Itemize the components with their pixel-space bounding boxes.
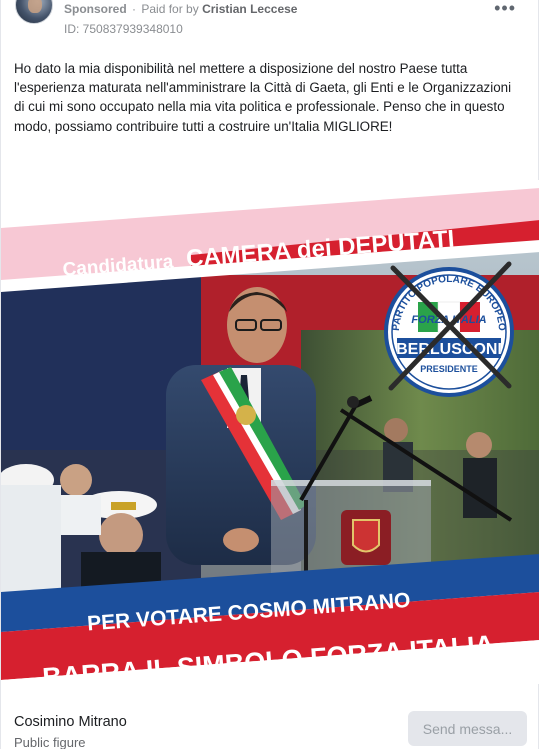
separator-dot: · xyxy=(132,2,137,16)
payer-name[interactable]: Cristian Leccese xyxy=(202,2,297,16)
ad-id: ID: 750837939348010 xyxy=(64,22,183,36)
logo-name: BERLUSCONI xyxy=(396,341,502,358)
logo-subtitle: PRESIDENTE xyxy=(420,364,478,374)
ad-card: Sponsored · Paid for by Cristian Leccese… xyxy=(0,0,539,749)
more-options-icon[interactable]: ••• xyxy=(494,0,516,19)
advertiser-avatar[interactable] xyxy=(15,0,53,24)
paid-for-by-label: Paid for by xyxy=(141,2,199,16)
page-category: Public figure xyxy=(14,735,86,749)
sponsor-line: Sponsored · Paid for by Cristian Leccese xyxy=(64,2,297,16)
page-name[interactable]: Cosimino Mitrano xyxy=(14,714,127,730)
send-message-button[interactable]: Send messa... xyxy=(408,711,527,746)
ad-footer: Cosimino Mitrano Public figure Send mess… xyxy=(1,700,539,749)
post-text: Ho dato la mia disponibilità nel mettere… xyxy=(14,61,512,134)
ad-creative-image[interactable]: Candidatura CAMERA dei DEPUTATI PARTITO … xyxy=(1,180,539,684)
forza-italia-logo: PARTITO POPOLARE EUROPEO FORZA ITALIA BE… xyxy=(384,261,514,397)
sponsored-label: Sponsored xyxy=(64,2,127,16)
